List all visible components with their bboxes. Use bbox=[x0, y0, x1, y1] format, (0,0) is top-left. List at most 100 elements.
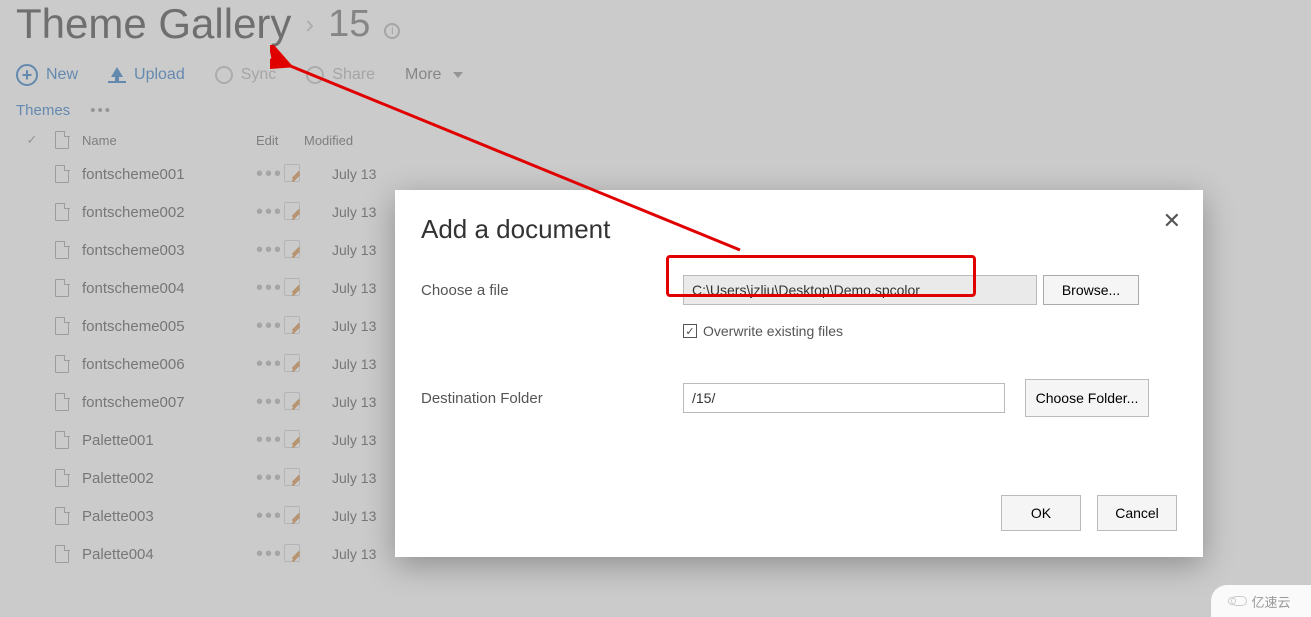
chevron-right-icon: › bbox=[305, 9, 314, 40]
ellipsis-icon: ••• bbox=[256, 239, 283, 261]
browse-button[interactable]: Browse... bbox=[1043, 275, 1139, 305]
new-button[interactable]: + New bbox=[16, 64, 78, 86]
ok-button[interactable]: OK bbox=[1001, 495, 1081, 531]
row-type-icon bbox=[48, 469, 76, 487]
sync-label: Sync bbox=[241, 66, 277, 84]
choose-file-label: Choose a file bbox=[421, 282, 683, 299]
column-modified[interactable]: Modified bbox=[296, 133, 416, 148]
ellipsis-icon: ••• bbox=[256, 543, 283, 565]
subnav-more-icon[interactable]: ••• bbox=[90, 102, 112, 119]
info-icon[interactable]: i bbox=[384, 23, 400, 39]
select-all-check[interactable]: ✓ bbox=[16, 132, 48, 148]
row-edit[interactable] bbox=[284, 544, 324, 565]
edit-icon bbox=[284, 354, 300, 372]
sync-icon bbox=[215, 66, 233, 84]
row-name[interactable]: fontscheme001 bbox=[76, 166, 256, 183]
file-icon bbox=[55, 165, 69, 183]
row-edit[interactable] bbox=[284, 240, 324, 261]
watermark-icon bbox=[1231, 596, 1247, 606]
row-type-icon bbox=[48, 431, 76, 449]
ellipsis-icon: ••• bbox=[256, 353, 283, 375]
row-menu[interactable]: ••• bbox=[256, 239, 284, 262]
row-type-icon bbox=[48, 507, 76, 525]
destination-input[interactable] bbox=[683, 383, 1005, 413]
row-menu[interactable]: ••• bbox=[256, 163, 284, 186]
row-menu[interactable]: ••• bbox=[256, 201, 284, 224]
ellipsis-icon: ••• bbox=[256, 467, 283, 489]
row-edit[interactable] bbox=[284, 278, 324, 299]
choose-folder-button[interactable]: Choose Folder... bbox=[1025, 379, 1149, 417]
breadcrumb-sub[interactable]: 15 bbox=[328, 3, 370, 46]
column-name[interactable]: Name bbox=[76, 133, 256, 148]
row-edit[interactable] bbox=[284, 430, 324, 451]
grid-header: ✓ Name Edit Modified bbox=[0, 125, 1311, 155]
edit-icon bbox=[284, 316, 300, 334]
edit-icon bbox=[284, 202, 300, 220]
close-icon[interactable]: ✕ bbox=[1163, 208, 1181, 234]
column-edit[interactable]: Edit bbox=[256, 133, 296, 148]
more-button[interactable]: More bbox=[405, 66, 463, 84]
chevron-down-icon bbox=[453, 72, 463, 78]
row-menu[interactable]: ••• bbox=[256, 277, 284, 300]
row-name[interactable]: Palette004 bbox=[76, 546, 256, 563]
row-edit[interactable] bbox=[284, 392, 324, 413]
file-path-input[interactable] bbox=[683, 275, 1037, 305]
row-name[interactable]: Palette001 bbox=[76, 432, 256, 449]
file-icon bbox=[55, 355, 69, 373]
watermark: 亿速云 bbox=[1211, 585, 1311, 617]
row-menu[interactable]: ••• bbox=[256, 429, 284, 452]
ellipsis-icon: ••• bbox=[256, 201, 283, 223]
row-edit[interactable] bbox=[284, 354, 324, 375]
new-label: New bbox=[46, 66, 78, 84]
row-type-icon bbox=[48, 241, 76, 259]
file-icon bbox=[55, 131, 69, 149]
row-name[interactable]: fontscheme007 bbox=[76, 394, 256, 411]
row-type-icon bbox=[48, 165, 76, 183]
row-edit[interactable] bbox=[284, 506, 324, 527]
file-icon bbox=[55, 393, 69, 411]
row-edit[interactable] bbox=[284, 316, 324, 337]
row-edit[interactable] bbox=[284, 164, 324, 185]
row-menu[interactable]: ••• bbox=[256, 543, 284, 566]
row-menu[interactable]: ••• bbox=[256, 353, 284, 376]
row-name[interactable]: fontscheme003 bbox=[76, 242, 256, 259]
sync-button[interactable]: Sync bbox=[215, 66, 277, 84]
row-menu[interactable]: ••• bbox=[256, 391, 284, 414]
row-type-icon bbox=[48, 279, 76, 297]
row-edit[interactable] bbox=[284, 202, 324, 223]
ellipsis-icon: ••• bbox=[256, 315, 283, 337]
table-row[interactable]: fontscheme001••• July 13 bbox=[16, 155, 1295, 193]
row-menu[interactable]: ••• bbox=[256, 467, 284, 490]
add-document-dialog: Add a document ✕ Choose a file Browse...… bbox=[395, 190, 1203, 557]
row-type-icon bbox=[48, 203, 76, 221]
upload-button[interactable]: Upload bbox=[108, 66, 185, 84]
ellipsis-icon: ••• bbox=[256, 163, 283, 185]
cancel-button[interactable]: Cancel bbox=[1097, 495, 1177, 531]
row-name[interactable]: fontscheme002 bbox=[76, 204, 256, 221]
edit-icon bbox=[284, 544, 300, 562]
plus-icon: + bbox=[16, 64, 38, 86]
destination-label: Destination Folder bbox=[421, 390, 683, 407]
share-button[interactable]: Share bbox=[306, 66, 375, 84]
edit-icon bbox=[284, 468, 300, 486]
row-type-icon bbox=[48, 393, 76, 411]
row-name[interactable]: fontscheme006 bbox=[76, 356, 256, 373]
row-menu[interactable]: ••• bbox=[256, 505, 284, 528]
themes-tab[interactable]: Themes bbox=[16, 102, 70, 119]
share-label: Share bbox=[332, 66, 375, 84]
type-column-icon bbox=[48, 131, 76, 149]
file-icon bbox=[55, 469, 69, 487]
row-name[interactable]: fontscheme004 bbox=[76, 280, 256, 297]
row-modified: July 13 bbox=[324, 166, 444, 182]
row-name[interactable]: Palette002 bbox=[76, 470, 256, 487]
share-icon bbox=[306, 66, 324, 84]
row-name[interactable]: Palette003 bbox=[76, 508, 256, 525]
file-icon bbox=[55, 545, 69, 563]
breadcrumb-main[interactable]: Theme Gallery bbox=[16, 0, 291, 48]
edit-icon bbox=[284, 506, 300, 524]
row-name[interactable]: fontscheme005 bbox=[76, 318, 256, 335]
subnav: Themes ••• bbox=[0, 96, 1311, 125]
row-menu[interactable]: ••• bbox=[256, 315, 284, 338]
overwrite-checkbox[interactable]: ✓ bbox=[683, 324, 697, 338]
row-edit[interactable] bbox=[284, 468, 324, 489]
